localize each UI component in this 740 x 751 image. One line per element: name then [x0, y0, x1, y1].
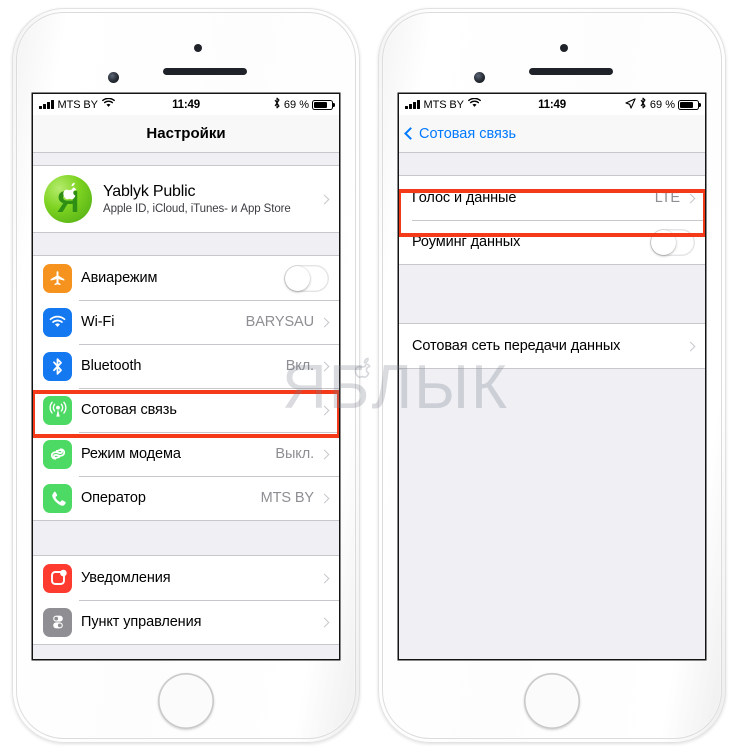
sidebar-item-label: Bluetooth — [81, 358, 142, 374]
wifi-icon — [43, 307, 72, 337]
sidebar-item-label: Уведомления — [81, 570, 171, 586]
nav-bar-right: Сотовая связь — [399, 115, 705, 153]
sidebar-item-label: Режим модема — [81, 446, 181, 462]
sidebar-item-label: Пункт управления — [81, 614, 202, 630]
home-button[interactable] — [524, 673, 580, 729]
connectivity-group: Авиарежим Wi-Fi BARYSAU Bluetooth Вкл. С… — [33, 255, 339, 521]
sidebar-item-cellular[interactable]: Сотовая связь — [33, 388, 339, 432]
page-title: Настройки — [146, 125, 226, 142]
battery-icon — [312, 99, 336, 110]
control-center-icon — [43, 607, 72, 637]
list-item-value: LTE — [654, 190, 680, 206]
sidebar-item-label: Wi-Fi — [81, 314, 115, 330]
account-row[interactable]: Я Yablyk Public Apple ID, iCloud, iTunes… — [33, 166, 339, 232]
sidebar-item-carrier[interactable]: Оператор MTS BY — [33, 476, 339, 520]
account-group: Я Yablyk Public Apple ID, iCloud, iTunes… — [33, 165, 339, 233]
list-gap — [399, 153, 705, 175]
settings-list-right: Голос и данные LTE Роуминг данных Сотова… — [399, 153, 705, 659]
bluetooth-icon — [639, 97, 647, 112]
proximity-sensor-icon — [560, 44, 568, 52]
iphone-device-right: MTS BY 11:49 69 % Сотовая связь Голос и … — [378, 8, 726, 743]
list-item-voice-and-data[interactable]: Голос и данные LTE — [399, 176, 705, 220]
phone-handset-icon — [43, 483, 72, 513]
earpiece-speaker-icon — [163, 68, 247, 75]
sidebar-item-personal-hotspot[interactable]: Режим модема Выкл. — [33, 432, 339, 476]
sidebar-item-wifi[interactable]: Wi-Fi BARYSAU — [33, 300, 339, 344]
status-bar-right: MTS BY 11:49 69 % — [399, 94, 705, 115]
battery-percent-label: 69 % — [283, 98, 309, 111]
chevron-right-icon — [319, 317, 330, 327]
data-roaming-toggle[interactable] — [650, 228, 695, 256]
airplane-icon — [43, 263, 72, 293]
chevron-right-icon — [319, 573, 330, 583]
sidebar-item-value: Выкл. — [275, 446, 314, 462]
chevron-right-icon — [685, 193, 696, 203]
chevron-right-icon — [319, 194, 330, 204]
screen-left: MTS BY 11:49 69 % Настройки Я Yablyk Pub… — [33, 94, 339, 659]
sidebar-item-value: Вкл. — [285, 358, 314, 374]
account-name: Yablyk Public — [103, 183, 196, 200]
airplane-mode-toggle[interactable] — [284, 264, 329, 292]
account-subtitle: Apple ID, iCloud, iTunes- и App Store — [103, 203, 291, 215]
chevron-right-icon — [319, 405, 330, 415]
screenshot-stage: MTS BY 11:49 69 % Настройки Я Yablyk Pub… — [0, 0, 740, 751]
cellular-antenna-icon — [43, 395, 72, 425]
list-gap — [399, 265, 705, 323]
chevron-right-icon — [319, 449, 330, 459]
chevron-right-icon — [319, 617, 330, 627]
screen-right: MTS BY 11:49 69 % Сотовая связь Голос и … — [399, 94, 705, 659]
yablyk-avatar-icon: Я — [44, 175, 92, 223]
back-button-label: Сотовая связь — [419, 125, 517, 142]
status-bar-left: MTS BY 11:49 69 % — [33, 94, 339, 115]
sidebar-item-value: MTS BY — [260, 490, 314, 506]
back-button[interactable]: Сотовая связь — [404, 115, 517, 152]
iphone-device-left: MTS BY 11:49 69 % Настройки Я Yablyk Pub… — [12, 8, 360, 743]
sidebar-item-value: BARYSAU — [245, 314, 314, 330]
proximity-sensor-icon — [194, 44, 202, 52]
bluetooth-icon — [273, 97, 281, 112]
list-item-cellular-data-network[interactable]: Сотовая сеть передачи данных — [399, 324, 705, 368]
home-button[interactable] — [158, 673, 214, 729]
bluetooth-icon — [43, 351, 72, 381]
sidebar-item-notifications[interactable]: Уведомления — [33, 556, 339, 600]
chevron-left-icon — [404, 127, 417, 140]
chevron-right-icon — [319, 361, 330, 371]
battery-percent-label: 69 % — [649, 98, 675, 111]
front-camera-icon — [108, 72, 119, 83]
list-item-label: Голос и данные — [412, 190, 517, 206]
chevron-right-icon — [319, 493, 330, 503]
battery-icon — [678, 99, 702, 110]
hotspot-link-icon — [43, 439, 72, 469]
sidebar-item-bluetooth[interactable]: Bluetooth Вкл. — [33, 344, 339, 388]
settings-list-left: Я Yablyk Public Apple ID, iCloud, iTunes… — [33, 153, 339, 659]
sidebar-item-airplane-mode[interactable]: Авиарежим — [33, 256, 339, 300]
list-item-data-roaming[interactable]: Роуминг данных — [399, 220, 705, 264]
nav-bar-left: Настройки — [33, 115, 339, 153]
chevron-right-icon — [685, 341, 696, 351]
notifications-icon — [43, 563, 72, 593]
sidebar-item-label: Оператор — [81, 490, 146, 506]
earpiece-speaker-icon — [529, 68, 613, 75]
sidebar-item-control-center[interactable]: Пункт управления — [33, 600, 339, 644]
sidebar-item-label: Авиарежим — [81, 270, 158, 286]
list-gap — [33, 521, 339, 555]
cellular-network-group: Сотовая сеть передачи данных — [399, 323, 705, 369]
system-group: Уведомления Пункт управления — [33, 555, 339, 645]
list-item-label: Роуминг данных — [412, 234, 521, 250]
sidebar-item-label: Сотовая связь — [81, 402, 177, 418]
location-arrow-icon — [625, 97, 636, 112]
list-gap — [33, 233, 339, 255]
list-item-label: Сотовая сеть передачи данных — [412, 338, 621, 354]
front-camera-icon — [474, 72, 485, 83]
voice-data-group: Голос и данные LTE Роуминг данных — [399, 175, 705, 265]
list-gap — [33, 153, 339, 165]
